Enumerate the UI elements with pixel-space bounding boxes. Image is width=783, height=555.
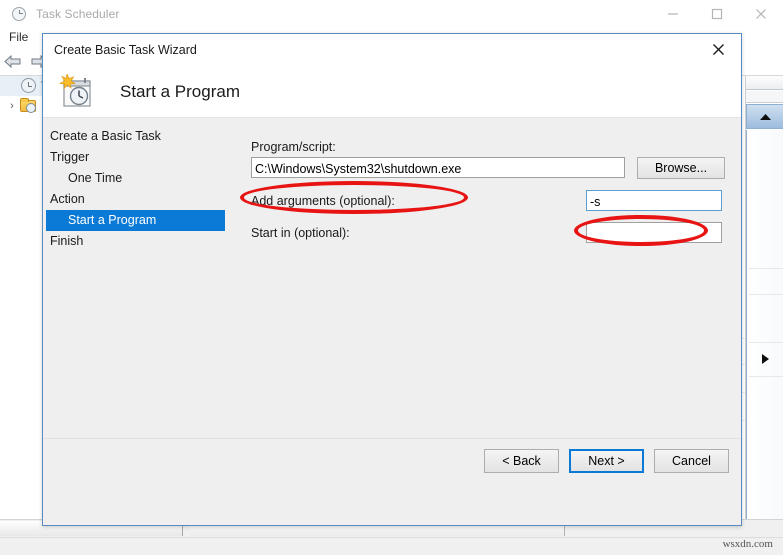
create-basic-task-wizard-dialog: Create Basic Task Wizard Start a Program… (42, 33, 742, 526)
program-script-label: Program/script: (251, 140, 336, 154)
start-in-label: Start in (optional): (251, 225, 350, 240)
window-title: Task Scheduler (36, 6, 120, 21)
wizard-steps-list: Create a Basic Task Trigger One Time Act… (46, 126, 276, 252)
close-icon[interactable] (739, 0, 783, 27)
start-in-input[interactable] (586, 222, 722, 243)
action-fields: Program/script: Browse... Add arguments … (251, 140, 725, 243)
dialog-headline: Start a Program (120, 81, 240, 101)
wizard-step-finish[interactable]: Finish (46, 231, 276, 252)
startin-row: Start in (optional): (251, 222, 725, 243)
browse-button[interactable]: Browse... (637, 157, 725, 179)
right-triangle-icon[interactable] (761, 352, 770, 370)
close-icon[interactable] (695, 34, 741, 65)
menu-item-file[interactable]: File (0, 29, 36, 46)
wizard-step-action[interactable]: Action (46, 189, 276, 210)
clock-icon (20, 78, 37, 94)
window-titlebar: Task Scheduler (0, 0, 783, 27)
back-button[interactable]: < Back (484, 448, 559, 473)
wizard-step-start-a-program[interactable]: Start a Program (46, 210, 225, 231)
add-arguments-label: Add arguments (optional): (251, 193, 395, 208)
clock-icon (11, 6, 27, 22)
cancel-button[interactable]: Cancel (654, 448, 729, 473)
arguments-input[interactable] (586, 190, 722, 211)
window-caption-buttons (651, 0, 783, 27)
back-arrow-icon[interactable] (0, 50, 26, 74)
actions-pane (745, 76, 783, 519)
next-button[interactable]: Next > (569, 448, 644, 473)
wizard-step-trigger[interactable]: Trigger (46, 147, 276, 168)
actions-pane-subheader (746, 91, 783, 103)
screen: Task Scheduler File › wsxdn.com Create B… (0, 0, 783, 555)
arguments-row: Add arguments (optional): (251, 190, 725, 211)
actions-pane-body[interactable] (746, 130, 783, 519)
program-input[interactable] (251, 157, 625, 178)
actions-pane-header (746, 76, 783, 90)
folder-clock-icon (20, 98, 37, 114)
dialog-titlebar: Create Basic Task Wizard (43, 34, 741, 66)
tree-chevron[interactable]: › (4, 100, 20, 112)
dialog-footer: < Back Next > Cancel (43, 438, 741, 482)
watermark: wsxdn.com (722, 538, 773, 550)
program-row: Browse... (251, 157, 725, 179)
scroll-up-arrow-icon[interactable] (746, 104, 783, 129)
statusbar (0, 537, 783, 555)
task-calendar-clock-icon (58, 72, 96, 110)
dialog-title: Create Basic Task Wizard (54, 43, 197, 57)
dialog-content: Create a Basic Task Trigger One Time Act… (43, 118, 741, 482)
maximize-icon[interactable] (695, 0, 739, 27)
wizard-step-create-a-basic-task[interactable]: Create a Basic Task (46, 126, 276, 147)
dialog-header: Start a Program (43, 66, 741, 118)
wizard-step-one-time[interactable]: One Time (46, 168, 276, 189)
minimize-icon[interactable] (651, 0, 695, 27)
